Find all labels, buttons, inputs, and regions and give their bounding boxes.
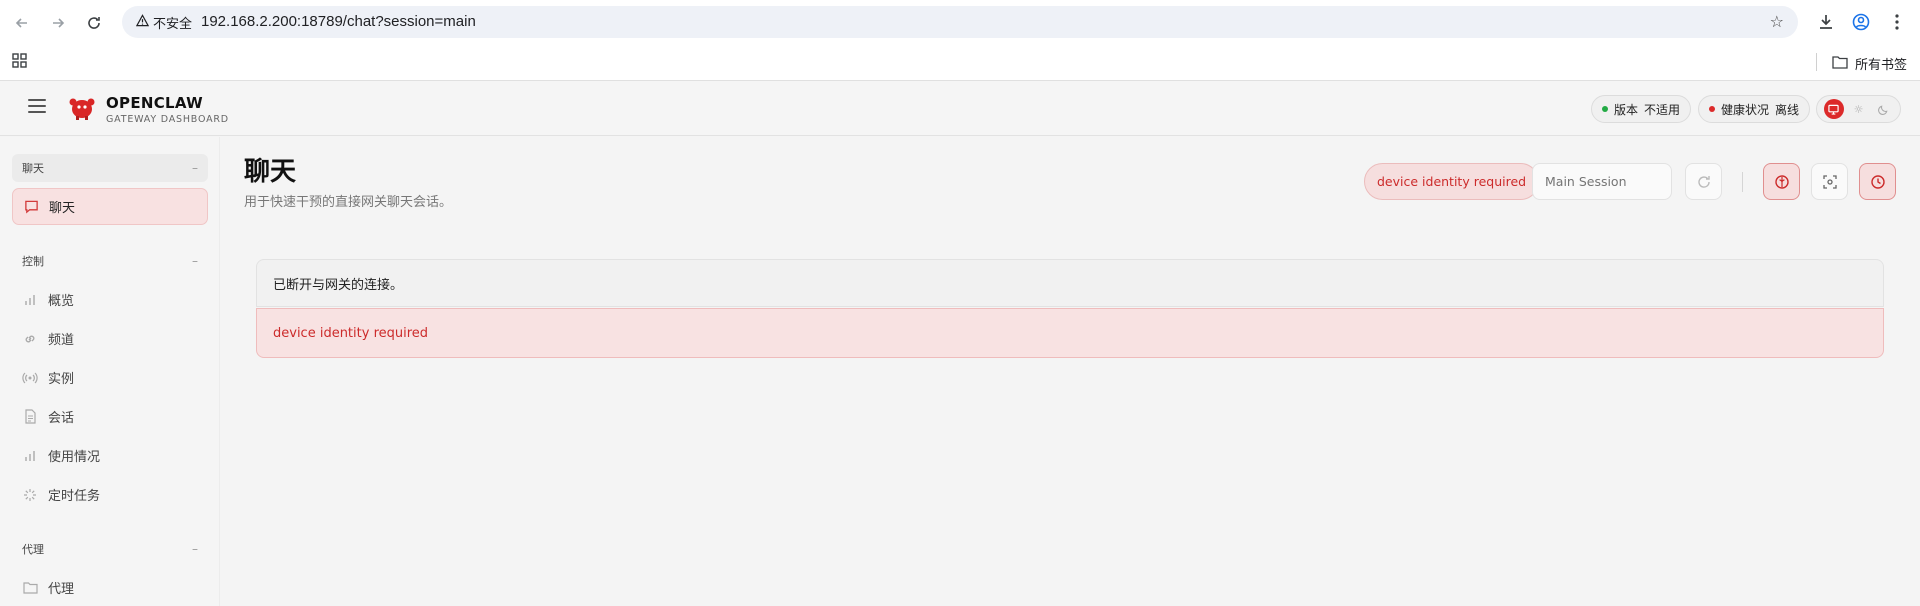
bookmarks-bar: 所有书签 xyxy=(0,45,1920,81)
sidebar-item-agents[interactable]: 代理 xyxy=(12,569,208,606)
reload-icon[interactable] xyxy=(83,12,105,34)
sidebar-item-overview[interactable]: 概览 xyxy=(12,281,208,318)
security-chip[interactable]: 不安全 xyxy=(130,11,200,33)
brand-title: OPENCLAW xyxy=(106,94,203,112)
health-status-dot xyxy=(1709,106,1715,112)
folder-icon xyxy=(1832,55,1848,73)
sidebar-item-label: 概览 xyxy=(48,294,75,309)
sidebar-item-label: 实例 xyxy=(48,372,75,387)
sidebar-group-control[interactable]: 控制 – xyxy=(12,247,208,275)
collapse-icon[interactable]: – xyxy=(192,542,198,556)
security-label: 不安全 xyxy=(153,16,193,32)
warning-icon xyxy=(135,13,150,31)
moon-icon[interactable] xyxy=(1874,99,1894,119)
link-icon xyxy=(22,331,38,347)
sidebar-group-label: 代理 xyxy=(22,543,44,556)
openclaw-logo-icon xyxy=(68,93,96,125)
collapse-icon[interactable]: – xyxy=(192,161,198,175)
error-message: device identity required xyxy=(256,308,1884,358)
bookmark-star-icon[interactable]: ☆ xyxy=(1770,12,1784,31)
health-label: 健康状况 xyxy=(1721,102,1770,117)
sidebar-item-cron[interactable]: 定时任务 xyxy=(12,476,208,513)
sidebar-item-sessions[interactable]: 会话 xyxy=(12,398,208,435)
version-label: 版本 xyxy=(1614,102,1639,117)
message-icon xyxy=(23,199,39,215)
forward-icon[interactable] xyxy=(47,12,69,34)
sidebar-item-channels[interactable]: 频道 xyxy=(12,320,208,357)
all-bookmarks-folder[interactable]: 所有书签 xyxy=(1832,54,1907,73)
sidebar-item-label: 代理 xyxy=(48,582,75,597)
version-status-dot xyxy=(1602,106,1608,112)
page-subtitle: 用于快速干预的直接网关聊天会话。 xyxy=(244,195,453,210)
clock-icon[interactable] xyxy=(1859,163,1896,200)
download-icon[interactable] xyxy=(1814,10,1838,34)
profile-icon[interactable] xyxy=(1849,10,1873,34)
brand-subtitle: GATEWAY DASHBOARD xyxy=(106,114,229,125)
sidebar-item-label: 定时任务 xyxy=(48,489,101,504)
radio-icon xyxy=(22,370,38,386)
loader-icon xyxy=(22,487,38,503)
back-icon[interactable] xyxy=(11,12,33,34)
address-bar[interactable]: 不安全 192.168.2.200:18789/chat?session=mai… xyxy=(122,6,1798,38)
bar-chart-icon xyxy=(22,448,38,464)
sidebar-group-label: 控制 xyxy=(22,255,44,268)
sidebar-group-chat[interactable]: 聊天 – xyxy=(12,154,208,182)
version-pill: 版本 不适用 xyxy=(1591,95,1692,123)
document-icon xyxy=(22,409,38,425)
version-value: 不适用 xyxy=(1644,102,1681,117)
sidebar-item-instances[interactable]: 实例 xyxy=(12,359,208,396)
page-title: 聊天 xyxy=(244,157,297,187)
all-bookmarks-label: 所有书签 xyxy=(1855,58,1908,73)
bookmarks-divider xyxy=(1816,53,1817,71)
theme-switcher: ☼ xyxy=(1816,95,1901,123)
menu-toggle-icon[interactable] xyxy=(28,99,46,117)
folder-icon xyxy=(22,580,38,596)
health-value: 离线 xyxy=(1775,102,1800,117)
brain-icon[interactable] xyxy=(1763,163,1800,200)
sidebar-item-label: 聊天 xyxy=(49,201,76,216)
sidebar-group-agents[interactable]: 代理 – xyxy=(12,535,208,563)
sidebar-item-label: 频道 xyxy=(48,333,75,348)
more-menu-icon[interactable] xyxy=(1885,10,1909,34)
apps-grid-icon[interactable] xyxy=(12,53,27,72)
session-select[interactable] xyxy=(1532,163,1672,200)
sidebar-item-label: 会话 xyxy=(48,411,75,426)
sidebar-item-label: 使用情况 xyxy=(48,450,101,465)
toolbar-divider xyxy=(1742,172,1743,192)
sidebar-item-chat[interactable]: 聊天 xyxy=(12,188,208,225)
collapse-icon[interactable]: – xyxy=(192,254,198,268)
app-header: OPENCLAW GATEWAY DASHBOARD 版本 不适用 健康状况 离… xyxy=(0,81,1920,136)
health-pill: 健康状况 离线 xyxy=(1698,95,1811,123)
sun-icon[interactable]: ☼ xyxy=(1849,99,1869,119)
monitor-icon[interactable] xyxy=(1823,99,1844,119)
url-text[interactable]: 192.168.2.200:18789/chat?session=main xyxy=(201,13,476,30)
sidebar-item-usage[interactable]: 使用情况 xyxy=(12,437,208,474)
bar-chart-icon xyxy=(22,292,38,308)
disconnected-notice: 已断开与网关的连接。 xyxy=(256,259,1884,307)
sidebar: 聊天 – 聊天 控制 – 概览 频道 实例 会话 使用情况 定时任务 代理 – … xyxy=(0,137,220,606)
error-status-chip: device identity required xyxy=(1364,163,1540,200)
sidebar-group-label: 聊天 xyxy=(22,162,44,175)
refresh-icon[interactable] xyxy=(1685,163,1722,200)
browser-toolbar: 不安全 192.168.2.200:18789/chat?session=mai… xyxy=(0,0,1920,45)
focus-icon[interactable] xyxy=(1811,163,1848,200)
